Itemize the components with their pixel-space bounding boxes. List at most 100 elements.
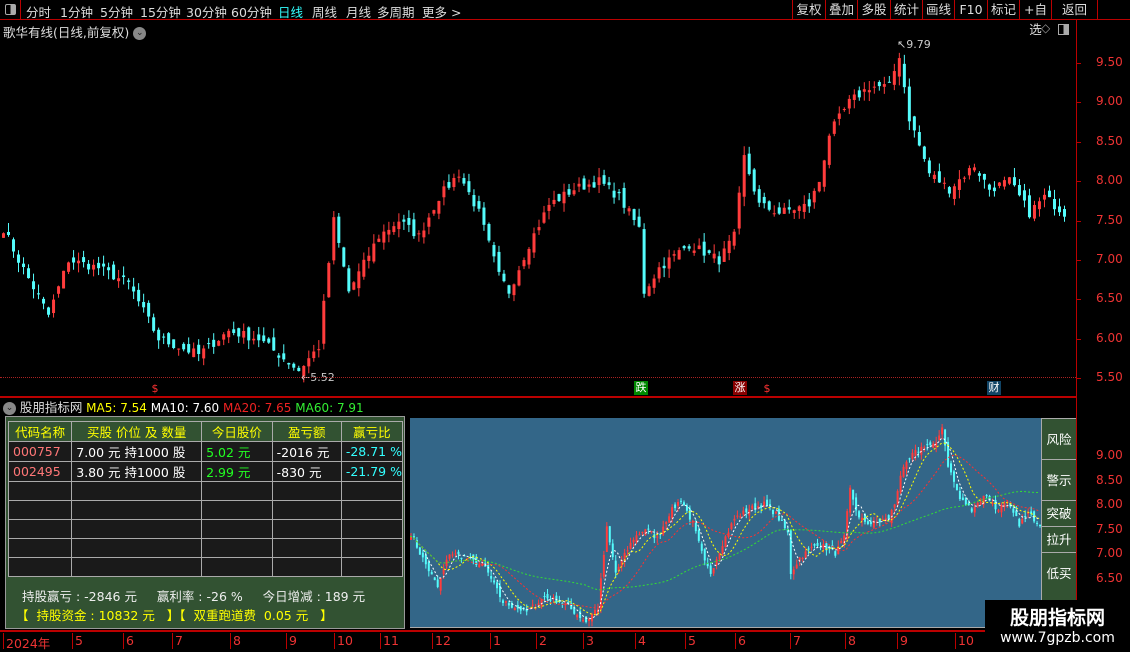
candle [537,219,541,235]
date-label: 8 [845,633,856,649]
candle [769,499,772,511]
candle [997,182,1001,189]
candle [232,321,236,336]
chevron-down-icon[interactable]: ⌄ [3,402,16,415]
table-cell: 002495 [7,461,73,482]
diamond-icon[interactable]: ◇ [1041,21,1050,35]
date-label: 7 [172,633,183,649]
candle [1000,502,1003,518]
candle [377,234,381,243]
panel-toggle-icon[interactable] [0,0,21,20]
tab-period-4[interactable]: 30分钟 [186,2,227,21]
price-axis-line [1076,20,1077,630]
candle [1052,189,1056,216]
table-row[interactable] [7,481,404,501]
candle [322,294,326,350]
signal-button-4[interactable]: 低买 [1042,552,1076,593]
candle [801,556,804,562]
tab-period-3[interactable]: 15分钟 [140,2,181,21]
signal-button-3[interactable]: 拉升 [1042,526,1076,552]
table-row[interactable]: 002495 3.80 元 持1000 股 2.99 元 -830 元 -21.79 % [7,461,404,482]
toolbar-button-3[interactable]: 统计 [890,0,922,20]
candle [638,531,641,536]
candle [692,243,696,256]
candle [677,499,680,512]
col-header-code: 代码名称 [7,421,73,442]
toolbar-button-6[interactable]: 标记 [987,0,1019,20]
tab-period-9[interactable]: 多周期 [377,2,415,21]
candlestick-chart[interactable] [0,36,1076,396]
rise-marker-icon[interactable]: 涨 [733,381,747,395]
tab-period-10[interactable]: 更多 > [422,2,461,21]
dividend-marker-icon[interactable]: $ [148,382,162,396]
candle [513,606,516,611]
tab-period-0[interactable]: 分时 [26,2,51,21]
col-header-pl: 盈亏额 [271,421,342,442]
candle [547,197,551,220]
signal-button-0[interactable]: 风险 [1042,418,1076,459]
candle [745,505,748,519]
candle [967,165,971,180]
candle [816,538,819,548]
candle [611,539,614,560]
signal-button-2[interactable]: 突破 [1042,500,1076,526]
candle [892,63,896,91]
toolbar-button-5[interactable]: F10 [954,0,987,20]
table-cell: 000757 [7,441,73,462]
candle [277,353,281,367]
candle [757,185,761,208]
candle [855,493,858,516]
indicator-chart[interactable] [409,418,1042,628]
indicator-name[interactable]: 股朋指标网 [20,400,83,415]
signal-button-1[interactable]: 警示 [1042,459,1076,500]
candle [697,238,701,250]
candle [222,332,226,346]
candle [872,517,875,529]
dividend-marker-icon[interactable]: $ [760,382,774,396]
candle [955,483,958,491]
toolbar-button-0[interactable]: 复权 [792,0,825,20]
tab-period-2[interactable]: 5分钟 [100,2,133,21]
candle [887,76,891,83]
candle [825,541,828,556]
candle [447,174,451,190]
table-row[interactable] [7,519,404,539]
tab-period-8[interactable]: 月线 [346,2,371,21]
candle [496,579,499,594]
candle [782,202,786,214]
tab-period-5[interactable]: 60分钟 [231,2,272,21]
toolbar-button-1[interactable]: 叠加 [825,0,857,20]
finance-marker-icon[interactable]: 财 [987,381,1001,395]
layout-toggle-icon[interactable] [1058,24,1069,35]
candle [477,195,481,212]
tab-period-6[interactable]: 日线 [278,2,303,21]
candle [896,489,899,508]
candle [27,264,31,279]
table-row[interactable] [7,500,404,520]
candle [747,146,751,176]
table-row[interactable] [7,557,404,577]
candle [962,176,966,183]
candle [722,241,726,263]
fall-marker-icon[interactable]: 跌 [634,381,648,395]
candle [862,82,866,101]
candle [846,508,849,542]
candle [822,159,826,192]
toolbar-button-4[interactable]: 画线 [922,0,954,20]
table-row[interactable]: 000757 7.00 元 持1000 股 5.02 元 -2016 元 -28.71 … [7,441,404,462]
candle [632,208,636,226]
candle [849,485,852,517]
candle [685,503,688,514]
toolbar-button-7[interactable]: +自选 [1019,0,1051,37]
tab-period-7[interactable]: 周线 [312,2,337,21]
candle [970,507,973,514]
table-row[interactable] [7,538,404,558]
candle [733,515,736,527]
candle [252,330,256,345]
toolbar-button-8[interactable]: 返回 [1051,0,1097,20]
candle [884,513,887,524]
tab-period-1[interactable]: 1分钟 [60,2,93,21]
candle [242,323,246,344]
toolbar-button-2[interactable]: 多股 [857,0,890,20]
ma10-line [409,442,1040,616]
